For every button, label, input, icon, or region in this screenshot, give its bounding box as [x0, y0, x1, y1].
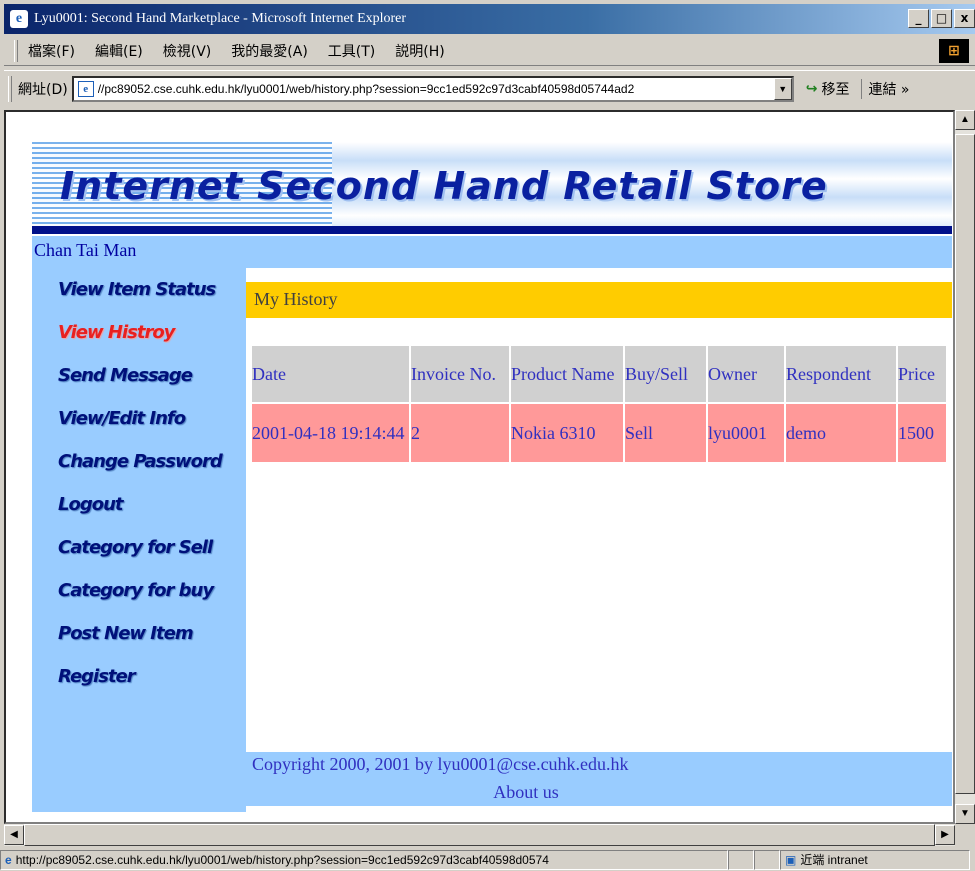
cell-owner: lyu0001 [708, 404, 784, 462]
nav-send-message[interactable]: Send Message [58, 354, 246, 397]
status-page-icon: e [5, 852, 12, 867]
nav-category-buy[interactable]: Category for buy [58, 569, 246, 612]
table-header-row: Date Invoice No. Product Name Buy/Sell O… [252, 346, 946, 402]
history-table: Date Invoice No. Product Name Buy/Sell O… [250, 344, 948, 464]
sidebar: View Item Status View Histroy Send Messa… [32, 268, 246, 812]
col-buy-sell: Buy/Sell [625, 346, 706, 402]
col-date: Date [252, 346, 409, 402]
banner-underline [32, 226, 952, 234]
status-url: http://pc89052.cse.cuhk.edu.hk/lyu0001/w… [15, 852, 549, 867]
title-bar: e Lyu0001: Second Hand Marketplace - Mic… [4, 4, 975, 34]
menu-edit[interactable]: 編輯(E) [95, 41, 143, 61]
address-dropdown-icon[interactable]: ▼ [773, 77, 792, 100]
cell-product: Nokia 6310 [511, 404, 623, 462]
menu-tools[interactable]: 工具(T) [328, 41, 375, 61]
maximize-button[interactable]: □ [931, 9, 952, 28]
address-grip [8, 75, 12, 102]
go-arrow-icon: ↪ [805, 80, 818, 97]
menu-file[interactable]: 檔案(F) [28, 41, 75, 61]
vertical-scroll-thumb[interactable] [955, 134, 975, 794]
menu-bar: 檔案(F) 編輯(E) 檢視(V) 我的最愛(A) 工具(T) 説明(H) ⊞ [4, 36, 975, 66]
footer-copyright: Copyright 2000, 2001 by lyu0001@cse.cuhk… [252, 754, 629, 774]
cell-price: 1500 [898, 404, 946, 462]
status-bar: e http://pc89052.cse.cuhk.edu.hk/lyu0001… [0, 848, 975, 871]
scroll-right-icon[interactable]: ▶ [935, 825, 955, 845]
cell-date: 2001-04-18 19:14:44 [252, 404, 409, 462]
scroll-down-icon[interactable]: ▼ [955, 804, 975, 824]
col-price: Price [898, 346, 946, 402]
page-footer: Copyright 2000, 2001 by lyu0001@cse.cuhk… [246, 752, 952, 806]
cell-respondent: demo [786, 404, 896, 462]
site-title: Internet Second Hand Retail Store [60, 164, 828, 208]
close-button[interactable]: x [954, 9, 975, 28]
minimize-button[interactable]: _ [908, 9, 929, 28]
site-banner: Internet Second Hand Retail Store [32, 142, 952, 234]
nav-post-new-item[interactable]: Post New Item [58, 612, 246, 655]
status-pane-2 [728, 849, 754, 870]
col-owner: Owner [708, 346, 784, 402]
user-name: Chan Tai Man [32, 236, 952, 268]
window-title: Lyu0001: Second Hand Marketplace - Micro… [34, 11, 407, 26]
menu-help[interactable]: 説明(H) [395, 41, 444, 61]
links-button[interactable]: 連結 » [861, 78, 909, 99]
status-zone-pane: ▣ 近端 intranet [780, 849, 970, 870]
cell-invoice: 2 [411, 404, 509, 462]
status-url-pane: e http://pc89052.cse.cuhk.edu.hk/lyu0001… [0, 849, 728, 870]
vertical-scrollbar[interactable]: ▲ ▼ [955, 110, 975, 824]
address-url[interactable]: //pc89052.cse.cuhk.edu.hk/lyu0001/web/hi… [98, 82, 774, 96]
address-bar: 網址(D) e //pc89052.cse.cuhk.edu.hk/lyu000… [4, 70, 975, 106]
scroll-up-icon[interactable]: ▲ [955, 110, 975, 130]
go-label: 移至 [821, 81, 850, 98]
nav-view-item-status[interactable]: View Item Status [58, 268, 246, 311]
nav-category-sell[interactable]: Category for Sell [58, 526, 246, 569]
menu-grip [14, 39, 18, 62]
nav-register[interactable]: Register [58, 655, 246, 698]
nav-view-edit-info[interactable]: View/Edit Info [58, 397, 246, 440]
go-button[interactable]: ↪ 移至 [806, 79, 850, 99]
page-viewport: Internet Second Hand Retail Store Chan T… [4, 110, 955, 824]
page-icon: e [77, 80, 94, 97]
menu-view[interactable]: 檢視(V) [163, 41, 212, 61]
about-us-link[interactable]: About us [246, 782, 806, 803]
table-row: 2001-04-18 19:14:44 2 Nokia 6310 Sell ly… [252, 404, 946, 462]
status-pane-3 [754, 849, 780, 870]
ie-window: e Lyu0001: Second Hand Marketplace - Mic… [0, 0, 975, 871]
intranet-icon: ▣ [785, 852, 797, 867]
section-title: My History [246, 282, 952, 318]
address-label: 網址(D) [18, 81, 68, 98]
col-product: Product Name [511, 346, 623, 402]
status-zone: 近端 intranet [800, 853, 868, 867]
horizontal-scrollbar[interactable]: ◀ ▶ [4, 824, 955, 846]
cell-buy-sell: Sell [625, 404, 706, 462]
address-input[interactable]: e //pc89052.cse.cuhk.edu.hk/lyu0001/web/… [71, 75, 794, 102]
menu-favorites[interactable]: 我的最愛(A) [231, 41, 308, 61]
windows-logo-icon: ⊞ [939, 39, 969, 63]
nav-view-history[interactable]: View Histroy [58, 311, 246, 354]
col-invoice: Invoice No. [411, 346, 509, 402]
nav-change-password[interactable]: Change Password [58, 440, 246, 483]
nav-logout[interactable]: Logout [58, 483, 246, 526]
main-content: My History Date Invoice No. Product Name… [246, 268, 952, 752]
col-respondent: Respondent [786, 346, 896, 402]
scroll-left-icon[interactable]: ◀ [4, 825, 24, 845]
ie-logo-icon: e [10, 10, 28, 28]
horizontal-scroll-thumb[interactable] [24, 824, 935, 846]
